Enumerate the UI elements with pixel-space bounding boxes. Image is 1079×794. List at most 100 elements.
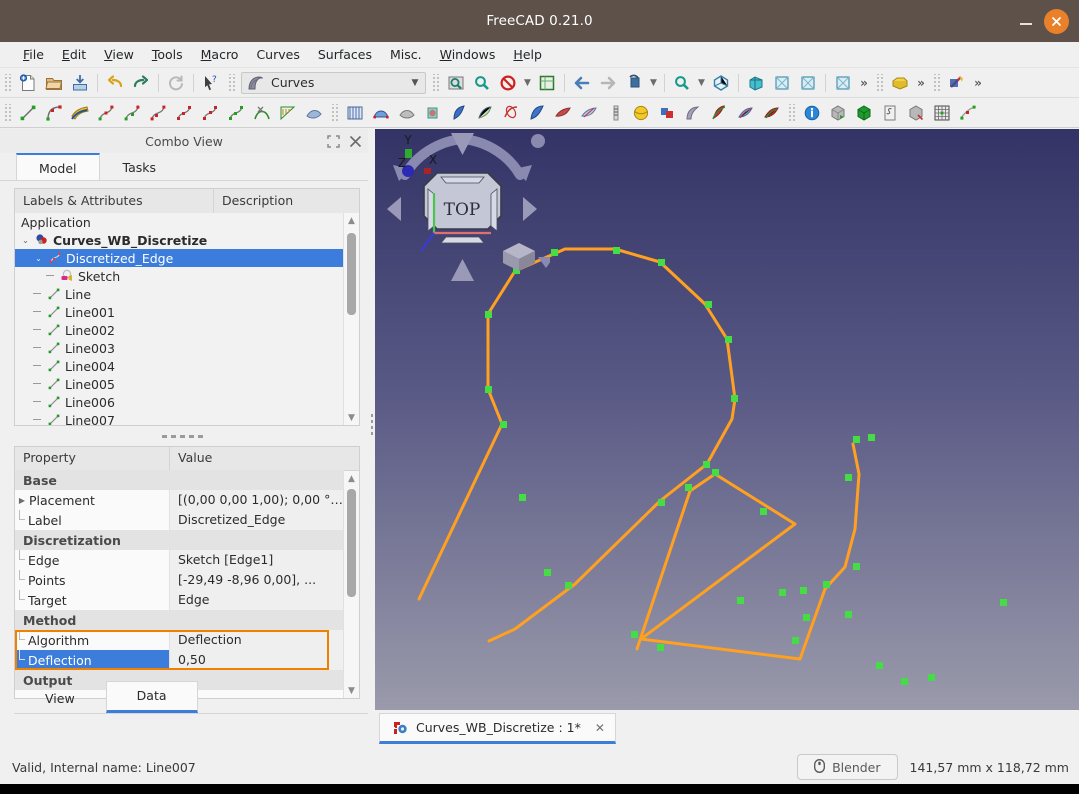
curves-group-button[interactable] — [681, 101, 705, 125]
nav-arrow-right-icon[interactable] — [523, 197, 537, 221]
save-document-button[interactable] — [68, 71, 92, 95]
sublink-button[interactable] — [369, 101, 393, 125]
grid-button[interactable] — [930, 101, 954, 125]
fit-all-button[interactable] — [444, 71, 468, 95]
property-value[interactable]: Discretized_Edge — [170, 510, 344, 530]
view-forward-button[interactable] — [596, 71, 620, 95]
chevron-right-icon[interactable]: ▶ — [15, 496, 29, 505]
tree-column-labels[interactable]: Labels & Attributes — [15, 189, 214, 213]
tree-item-sketch[interactable]: Sketch — [15, 267, 344, 285]
menu-file[interactable]: File — [14, 44, 53, 65]
property-value[interactable]: [(0,00 0,00 1,00); 0,00 °; ... — [170, 490, 344, 510]
tree-item-line006[interactable]: Line006 — [15, 393, 344, 411]
toolbar-grip[interactable] — [330, 103, 339, 122]
zoom-button[interactable] — [670, 71, 694, 95]
parametric-blend-button[interactable] — [224, 101, 248, 125]
segment-surface-button[interactable] — [525, 101, 549, 125]
3d-viewport[interactable]: TOP Y Z X — [375, 129, 1079, 710]
workbench-selector[interactable]: Curves ▼ — [241, 71, 426, 94]
zebra-surface-button[interactable] — [302, 101, 326, 125]
menu-view[interactable]: View — [95, 44, 143, 65]
pipeshell-button[interactable] — [421, 101, 445, 125]
split-curve-button[interactable] — [120, 101, 144, 125]
toolbar-overflow-2[interactable]: » — [913, 72, 929, 94]
multi-loft-button[interactable] — [733, 101, 757, 125]
tab-tasks[interactable]: Tasks — [99, 153, 180, 180]
nav-arrow-left-icon[interactable] — [387, 197, 401, 221]
isometric-view-button[interactable] — [831, 71, 855, 95]
front-view-button[interactable] — [744, 71, 768, 95]
redo-button[interactable] — [129, 71, 153, 95]
toolbar-grip[interactable] — [431, 73, 440, 92]
minimize-button[interactable] — [1018, 13, 1034, 29]
menu-misc[interactable]: Misc. — [381, 44, 431, 65]
toolbar-grip[interactable] — [787, 103, 796, 122]
property-column-name[interactable]: Property — [15, 447, 170, 470]
property-row-deflection[interactable]: Deflection 0,50 — [15, 650, 344, 670]
menu-help[interactable]: Help — [504, 44, 551, 65]
comb-plot-button[interactable] — [276, 101, 300, 125]
tree-column-description[interactable]: Description — [214, 189, 359, 213]
tree-item-line[interactable]: Line — [15, 285, 344, 303]
property-row-algorithm[interactable]: Algorithm Deflection — [15, 630, 344, 650]
approximate-button[interactable] — [172, 101, 196, 125]
property-row-points[interactable]: Points [-29,49 -8,96 0,00], ... — [15, 570, 344, 590]
scroll-down-icon[interactable]: ▼ — [344, 410, 359, 425]
document-tab[interactable]: Curves_WB_Discretize : 1* ✕ — [379, 713, 616, 744]
paste-geometry-button[interactable] — [956, 101, 980, 125]
tree-item-line003[interactable]: Line003 — [15, 339, 344, 357]
solid-from-shell-button[interactable] — [826, 101, 850, 125]
tab-data[interactable]: Data — [105, 681, 198, 713]
right-view-button[interactable] — [796, 71, 820, 95]
measure-button[interactable] — [945, 71, 969, 95]
property-value[interactable]: Sketch [Edge1] — [170, 550, 344, 570]
float-panel-button[interactable] — [327, 134, 340, 148]
navigation-style-button[interactable]: Blender — [797, 754, 898, 780]
view-rotate-button[interactable] — [622, 71, 646, 95]
discretize-button[interactable] — [146, 101, 170, 125]
tree-item-line001[interactable]: Line001 — [15, 303, 344, 321]
menu-tools[interactable]: Tools — [143, 44, 192, 65]
menu-macro[interactable]: Macro — [192, 44, 248, 65]
flatten-face-button[interactable] — [551, 101, 575, 125]
property-value[interactable]: [-29,49 -8,96 0,00], ... — [170, 570, 344, 590]
property-row-label[interactable]: Label Discretized_Edge — [15, 510, 344, 530]
tree-item-curves-wb-discretize[interactable]: ⌄ Curves_WB_Discretize — [15, 231, 344, 249]
reflect-lines-button[interactable] — [603, 101, 627, 125]
toolbar-grip[interactable] — [932, 73, 941, 92]
sweep2rails-button[interactable] — [499, 101, 523, 125]
sketch-on-surface-button[interactable] — [577, 101, 601, 125]
tree-item-line007[interactable]: Line007 — [15, 411, 344, 425]
open-document-button[interactable] — [42, 71, 66, 95]
scroll-up-icon[interactable]: ▲ — [344, 213, 359, 228]
tab-model[interactable]: Model — [16, 153, 100, 180]
bounding-box-button[interactable] — [904, 101, 928, 125]
property-value[interactable]: Edge — [170, 590, 344, 610]
close-button[interactable] — [1044, 8, 1069, 34]
scrollbar-thumb[interactable] — [347, 233, 356, 315]
close-panel-button[interactable] — [349, 135, 362, 148]
property-group-base[interactable]: Base — [15, 470, 344, 490]
tree-item-line004[interactable]: Line004 — [15, 357, 344, 375]
scrollbar-thumb[interactable] — [347, 489, 356, 597]
property-value[interactable]: Deflection — [170, 630, 344, 650]
property-row-target[interactable]: Target Edge — [15, 590, 344, 610]
curve-on-surface-button[interactable] — [707, 101, 731, 125]
vertical-splitter[interactable] — [368, 129, 375, 714]
undo-button[interactable] — [103, 71, 127, 95]
join-curve-button[interactable] — [94, 101, 118, 125]
toolbar-grip[interactable] — [875, 73, 884, 92]
curve-extend-button[interactable] — [250, 101, 274, 125]
property-group-discretization[interactable]: Discretization — [15, 530, 344, 550]
editable-spline-button[interactable] — [68, 101, 92, 125]
panel-splitter-handle[interactable] — [162, 432, 206, 440]
toolbar-overflow-3[interactable]: » — [970, 72, 986, 94]
tree-item-application[interactable]: Application — [15, 213, 344, 231]
close-document-icon[interactable]: ✕ — [595, 721, 605, 735]
sphere-button[interactable] — [629, 101, 653, 125]
new-document-button[interactable] — [16, 71, 40, 95]
tab-view[interactable]: View — [14, 682, 106, 713]
whats-this-button[interactable]: ? — [199, 71, 223, 95]
property-column-value[interactable]: Value — [170, 447, 359, 470]
chevron-down-icon[interactable]: ⌄ — [19, 236, 32, 245]
